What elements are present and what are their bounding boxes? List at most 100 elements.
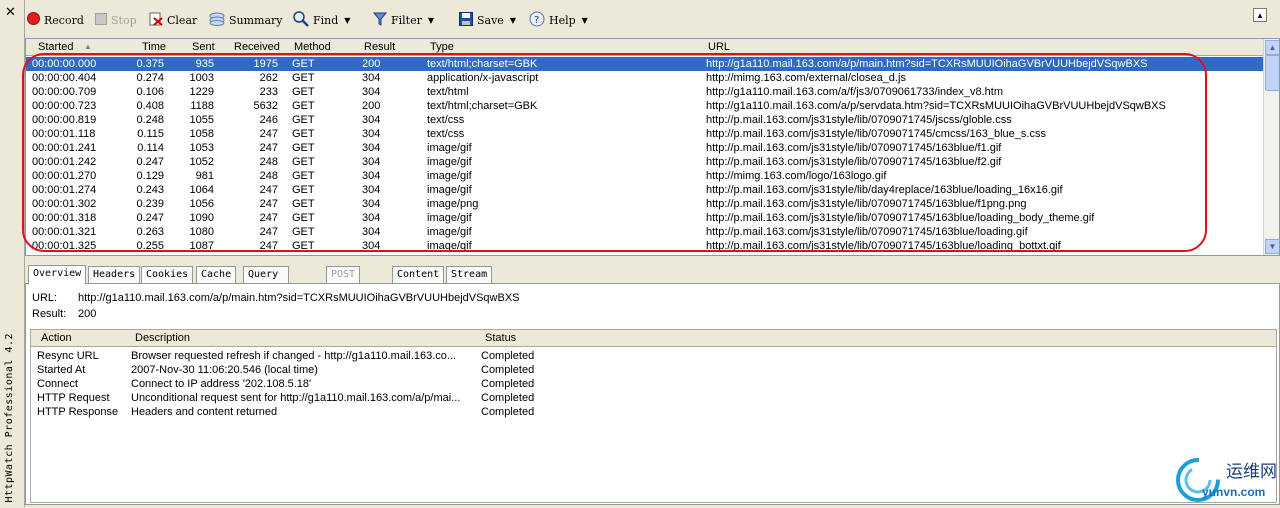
cell-method: GET [292,128,315,140]
watermark-cn: 运维网 [1226,462,1277,482]
cell-time: 0.243 [136,184,164,196]
tab-stream[interactable]: Stream [446,266,493,283]
cell-action: Started At [37,364,86,376]
table-row[interactable]: 00:00:01.274 0.243 1064 247 GET 304 image/gif h… [26,183,1264,197]
detail-row[interactable]: Resync URL Browser requested refresh if c… [31,349,1276,363]
detail-row[interactable]: Started At 2007-Nov-30 11:06:20.546 (loca… [31,363,1276,377]
cell-method: GET [292,226,315,238]
grid-scrollbar[interactable]: ▲ ▼ [1263,39,1279,255]
table-row[interactable]: 00:00:00.723 0.408 1188 5632 GET 200 text/html… [26,99,1264,113]
detail-header: Action Description Status [31,330,1276,347]
find-dropdown-icon[interactable]: ▼ [344,16,350,25]
col-sent[interactable]: Sent [192,41,215,53]
cell-time: 0.239 [136,198,164,210]
help-icon: ? [529,11,545,30]
table-row[interactable]: 00:00:00.000 0.375 935 1975 GET 200 text/html;… [26,57,1264,71]
cell-method: GET [292,142,315,154]
close-icon[interactable]: ✕ [5,5,16,20]
detail-row[interactable]: Connect Connect to IP address '202.108.5.… [31,377,1276,391]
save-dropdown-icon[interactable]: ▼ [510,16,516,25]
cell-started: 00:00:00.723 [32,100,97,112]
tab-headers[interactable]: Headers [88,266,141,283]
cell-result: 304 [362,156,381,168]
cell-time: 0.129 [136,170,164,182]
table-row[interactable]: 00:00:00.404 0.274 1003 262 GET 304 applicatio… [26,71,1264,85]
cell-type: image/png [427,198,479,210]
cell-result: 304 [362,198,381,210]
col-type[interactable]: Type [430,41,454,53]
tab-post-data[interactable]: POST Data [326,266,361,296]
cell-description: 2007-Nov-30 11:06:20.546 (local time) [131,364,318,376]
cell-received: 246 [259,114,278,126]
tab-content[interactable]: Content [392,266,445,283]
table-row[interactable]: 00:00:00.709 0.106 1229 233 GET 304 text/html h… [26,85,1264,99]
col-action[interactable]: Action [41,332,72,344]
table-row[interactable]: 00:00:00.819 0.248 1055 246 GET 304 text/css ht… [26,113,1264,127]
filter-icon [372,12,388,29]
tab-cache[interactable]: Cache [196,266,237,283]
side-panel: ✕ HttpWatch Professional 4.2 [0,0,25,507]
table-row[interactable]: 00:00:01.321 0.263 1080 247 GET 304 image/gif h… [26,225,1264,239]
summary-button[interactable]: Summary [209,10,283,30]
col-url[interactable]: URL [708,41,730,53]
col-time[interactable]: Time [142,41,166,53]
col-result[interactable]: Result [364,41,395,53]
filter-dropdown-icon[interactable]: ▼ [428,16,434,25]
cell-started: 00:00:00.000 [32,58,97,70]
find-button[interactable]: Find ▼ [293,10,350,30]
cell-url: http://g1a110.mail.163.com/a/p/main.htm?… [706,58,1148,70]
help-dropdown-icon[interactable]: ▼ [582,16,588,25]
cell-received: 233 [259,86,278,98]
cell-result: 304 [362,114,381,126]
help-button[interactable]: ? Help ▼ [529,10,588,30]
tab-cookies[interactable]: Cookies [141,266,194,283]
filter-button[interactable]: Filter ▼ [372,10,434,30]
cell-method: GET [292,184,315,196]
stop-button[interactable]: Stop [95,10,137,30]
cell-started: 00:00:01.325 [32,240,97,252]
cell-url: http://p.mail.163.com/js31style/lib/0709… [706,198,1027,210]
cell-started: 00:00:00.709 [32,86,97,98]
table-row[interactable]: 00:00:01.318 0.247 1090 247 GET 304 image/gif h… [26,211,1264,225]
scroll-thumb[interactable] [1265,55,1279,91]
clear-button[interactable]: Clear [149,10,197,30]
col-status[interactable]: Status [485,332,516,344]
cell-started: 00:00:01.302 [32,198,97,210]
table-row[interactable]: 00:00:01.242 0.247 1052 248 GET 304 image/gif h… [26,155,1264,169]
toolbar: Record Stop Clear Summary Find ▼ Filter ▼ … [25,8,1275,32]
record-button[interactable]: Record [27,10,84,30]
cell-time: 0.114 [137,142,164,154]
detail-row[interactable]: HTTP Response Headers and content returne… [31,405,1276,419]
cell-action: Resync URL [37,350,99,362]
col-received[interactable]: Received [234,41,280,53]
col-started[interactable]: Started [38,41,73,53]
cell-url: http://p.mail.163.com/js31style/lib/0709… [706,212,1095,224]
watermark-logo: 运维网 yunvn.com [1172,453,1277,505]
cell-url: http://p.mail.163.com/js31style/lib/0709… [706,142,1002,154]
scroll-up-icon[interactable]: ▲ [1265,40,1279,55]
cell-started: 00:00:01.274 [32,184,97,196]
table-row[interactable]: 00:00:01.325 0.255 1087 247 GET 304 image/gif h… [26,239,1264,253]
table-row[interactable]: 00:00:01.302 0.239 1056 247 GET 304 image/png h… [26,197,1264,211]
cell-sent: 1188 [190,100,214,112]
col-method[interactable]: Method [294,41,331,53]
col-description[interactable]: Description [135,332,190,344]
table-row[interactable]: 00:00:01.270 0.129 981 248 GET 304 image/gif ht… [26,169,1264,183]
save-button[interactable]: Save ▼ [459,10,516,30]
cell-time: 0.263 [136,226,164,238]
cell-url: http://p.mail.163.com/js31style/lib/day4… [706,184,1063,196]
collapse-icon[interactable]: ▴ [1253,8,1267,22]
cell-sent: 1229 [189,86,214,98]
cell-result: 304 [362,128,381,140]
cell-time: 0.115 [137,128,164,140]
scroll-down-icon[interactable]: ▼ [1265,239,1279,254]
cell-result: 304 [362,226,381,238]
detail-row[interactable]: HTTP Request Unconditional request sent f… [31,391,1276,405]
cell-type: text/html [427,86,469,98]
tab-query-string[interactable]: Query String [243,266,290,296]
cell-time: 0.408 [136,100,164,112]
tab-overview[interactable]: Overview [28,265,87,284]
table-row[interactable]: 00:00:01.241 0.114 1053 247 GET 304 image/gif h… [26,141,1264,155]
table-row[interactable]: 00:00:01.118 0.115 1058 247 GET 304 text/css ht… [26,127,1264,141]
cell-result: 304 [362,212,381,224]
